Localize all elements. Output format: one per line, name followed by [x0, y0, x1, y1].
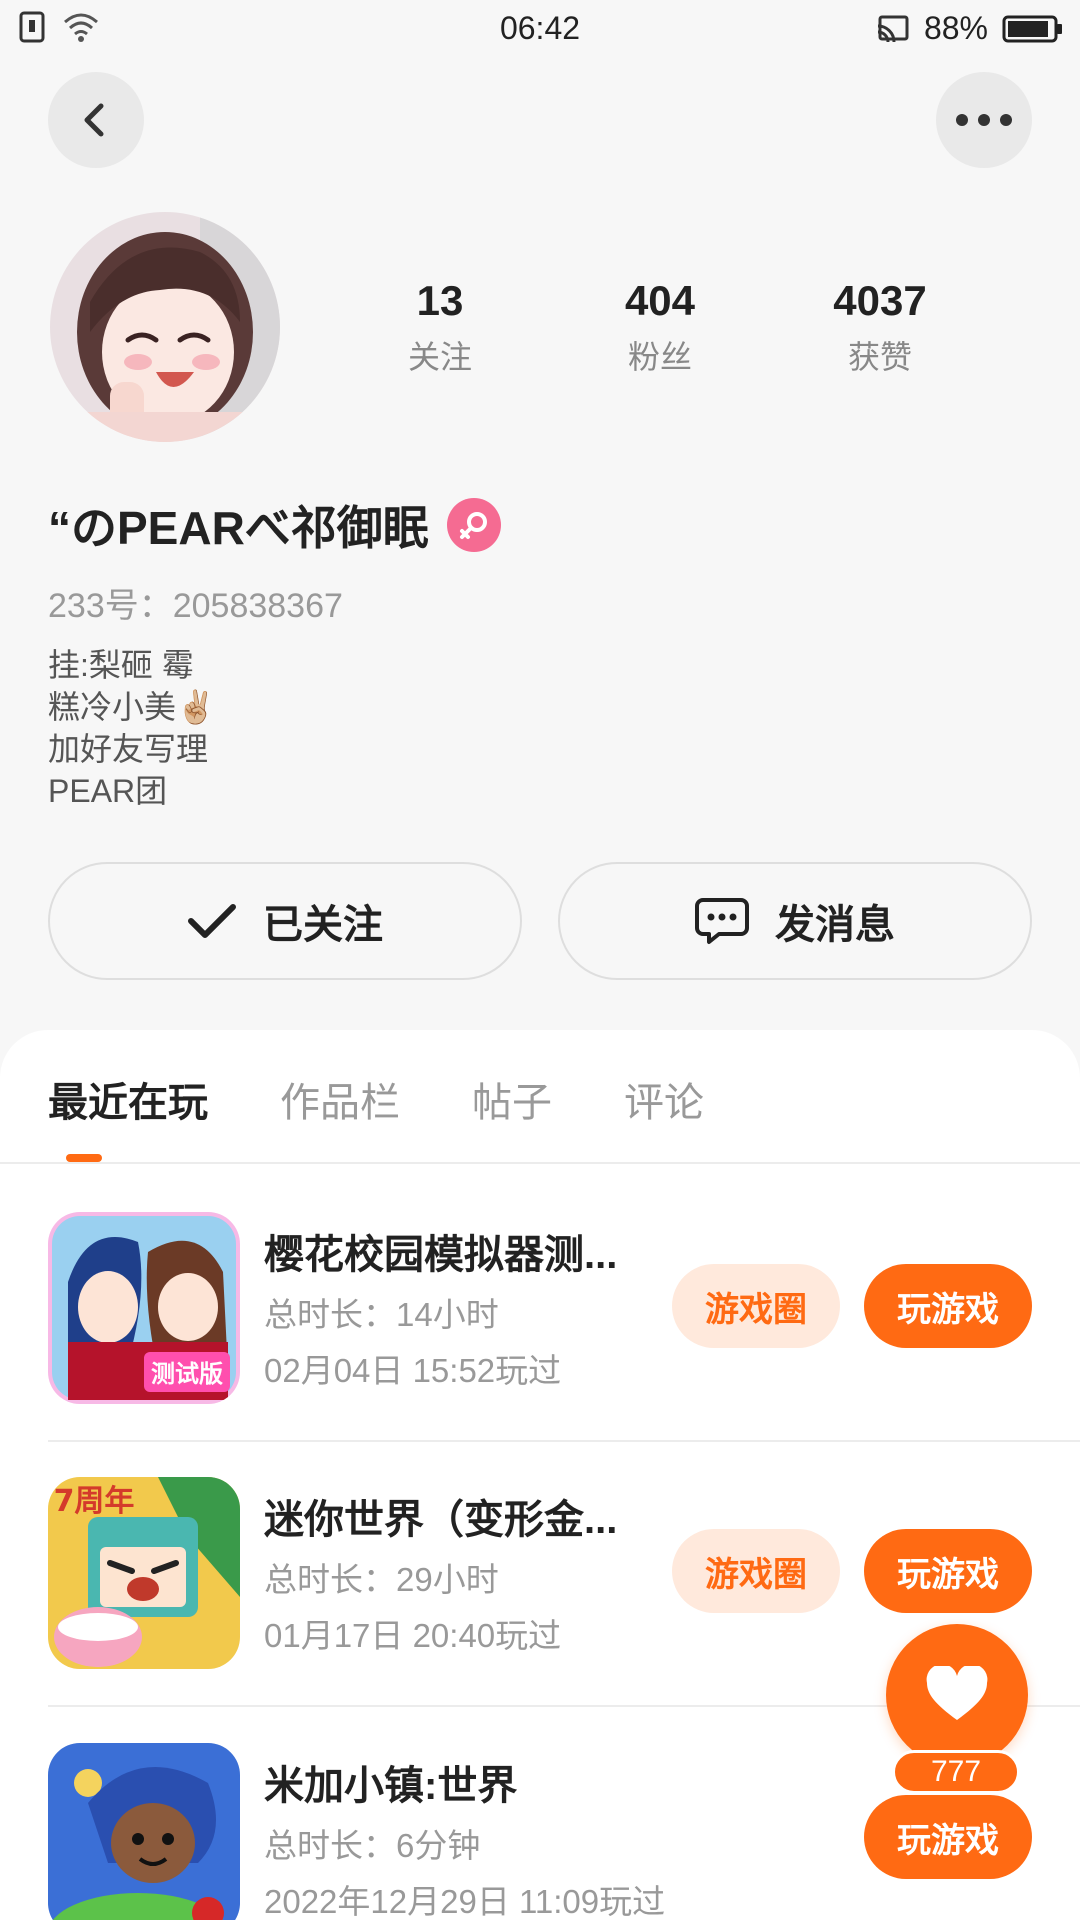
game-icon-image	[48, 1743, 240, 1920]
like-count-badge: 777	[892, 1750, 1020, 1794]
gender-badge	[446, 498, 501, 552]
following-button[interactable]: 已关注	[48, 862, 522, 980]
bio-line: 挂:梨砸 霉	[48, 647, 194, 683]
bio-line: PEAR团	[48, 773, 168, 809]
game-title: 米加小镇:世界	[264, 1764, 518, 1808]
stat-likes[interactable]: 4037 获赞	[770, 272, 990, 378]
more-dots-icon	[956, 114, 1012, 126]
bio: 挂:梨砸 霉 糕冷小美✌🏼 加好友写理 PEAR团	[48, 644, 216, 812]
avatar-image	[50, 212, 280, 442]
game-duration: 总时长：6分钟	[264, 1827, 481, 1864]
play-game-button[interactable]: 玩游戏	[864, 1264, 1032, 1348]
back-arrow-icon	[84, 103, 104, 137]
bio-line: 糕冷小美✌🏼	[48, 689, 216, 725]
game-icon[interactable]	[48, 1743, 240, 1920]
stat-following-label: 关注	[407, 339, 472, 375]
stat-likes-value: 4037	[833, 277, 927, 324]
send-message-button[interactable]: 发消息	[558, 862, 1032, 980]
game-title: 迷你世界（变形金...	[264, 1498, 618, 1542]
stat-likes-label: 获赞	[847, 339, 912, 375]
game-last-played: 02月04日 15:52玩过	[264, 1352, 562, 1389]
floating-like-button[interactable]	[886, 1624, 1028, 1766]
battery-icon	[1002, 15, 1062, 42]
bio-line: 加好友写理	[48, 731, 209, 767]
game-circle-button[interactable]: 游戏圈	[672, 1529, 840, 1613]
back-button[interactable]	[48, 72, 144, 168]
game-icon[interactable]: 7周年	[48, 1477, 240, 1669]
avatar[interactable]	[50, 212, 280, 442]
stat-followers[interactable]: 404 粉丝	[550, 272, 770, 378]
row-divider	[48, 1440, 1080, 1442]
tab-posts[interactable]: 帖子	[472, 1070, 552, 1128]
following-label: 已关注	[263, 903, 383, 947]
game-icon-label: 7周年	[54, 1484, 135, 1519]
tab-recently-played[interactable]: 最近在玩	[48, 1070, 208, 1128]
status-right: 88%	[876, 10, 1064, 47]
status-bar: 06:42 88%	[0, 0, 1080, 56]
heart-icon	[926, 1666, 988, 1720]
game-icon-image: 7周年	[48, 1477, 240, 1669]
check-icon	[188, 904, 236, 938]
game-row[interactable]: 测试版 樱花校园模拟器测... 总时长：14小时 02月04日 15:52玩过 …	[0, 1212, 1080, 1477]
cast-icon	[877, 15, 909, 42]
stat-followers-value: 404	[624, 277, 696, 324]
game-title: 樱花校园模拟器测...	[264, 1233, 618, 1277]
more-button[interactable]	[936, 72, 1032, 168]
play-game-button[interactable]: 玩游戏	[864, 1795, 1032, 1879]
game-last-played: 01月17日 20:40玩过	[264, 1617, 562, 1654]
stat-following[interactable]: 13 关注	[330, 272, 550, 378]
tab-indicator	[66, 1154, 102, 1162]
send-message-label: 发消息	[775, 903, 895, 947]
tab-bar: 最近在玩 作品栏 帖子 评论	[48, 1070, 704, 1128]
chat-bubble-icon	[695, 898, 749, 944]
username: “のPEARべ祁御眠	[48, 502, 429, 554]
play-game-button[interactable]: 玩游戏	[864, 1529, 1032, 1613]
profile-stats: 13 关注 404 粉丝 4037 获赞	[330, 272, 990, 378]
user-id: 233号：205838367	[48, 587, 343, 625]
female-icon	[459, 512, 487, 539]
battery-percent: 88%	[923, 10, 988, 46]
stat-followers-label: 粉丝	[627, 339, 692, 375]
game-circle-button[interactable]: 游戏圈	[672, 1264, 840, 1348]
game-duration: 总时长：14小时	[264, 1296, 499, 1333]
username-row: “のPEARべ祁御眠	[48, 492, 501, 558]
game-icon-label: 测试版	[151, 1360, 223, 1388]
tab-comments[interactable]: 评论	[624, 1070, 704, 1128]
tab-works[interactable]: 作品栏	[280, 1070, 400, 1128]
tab-divider	[0, 1162, 1080, 1164]
game-duration: 总时长：29小时	[264, 1561, 499, 1598]
game-icon-image: 测试版	[48, 1212, 240, 1404]
game-icon[interactable]: 测试版	[48, 1212, 240, 1404]
stat-following-value: 13	[416, 277, 464, 324]
game-last-played: 2022年12月29日 11:09玩过	[264, 1883, 666, 1920]
